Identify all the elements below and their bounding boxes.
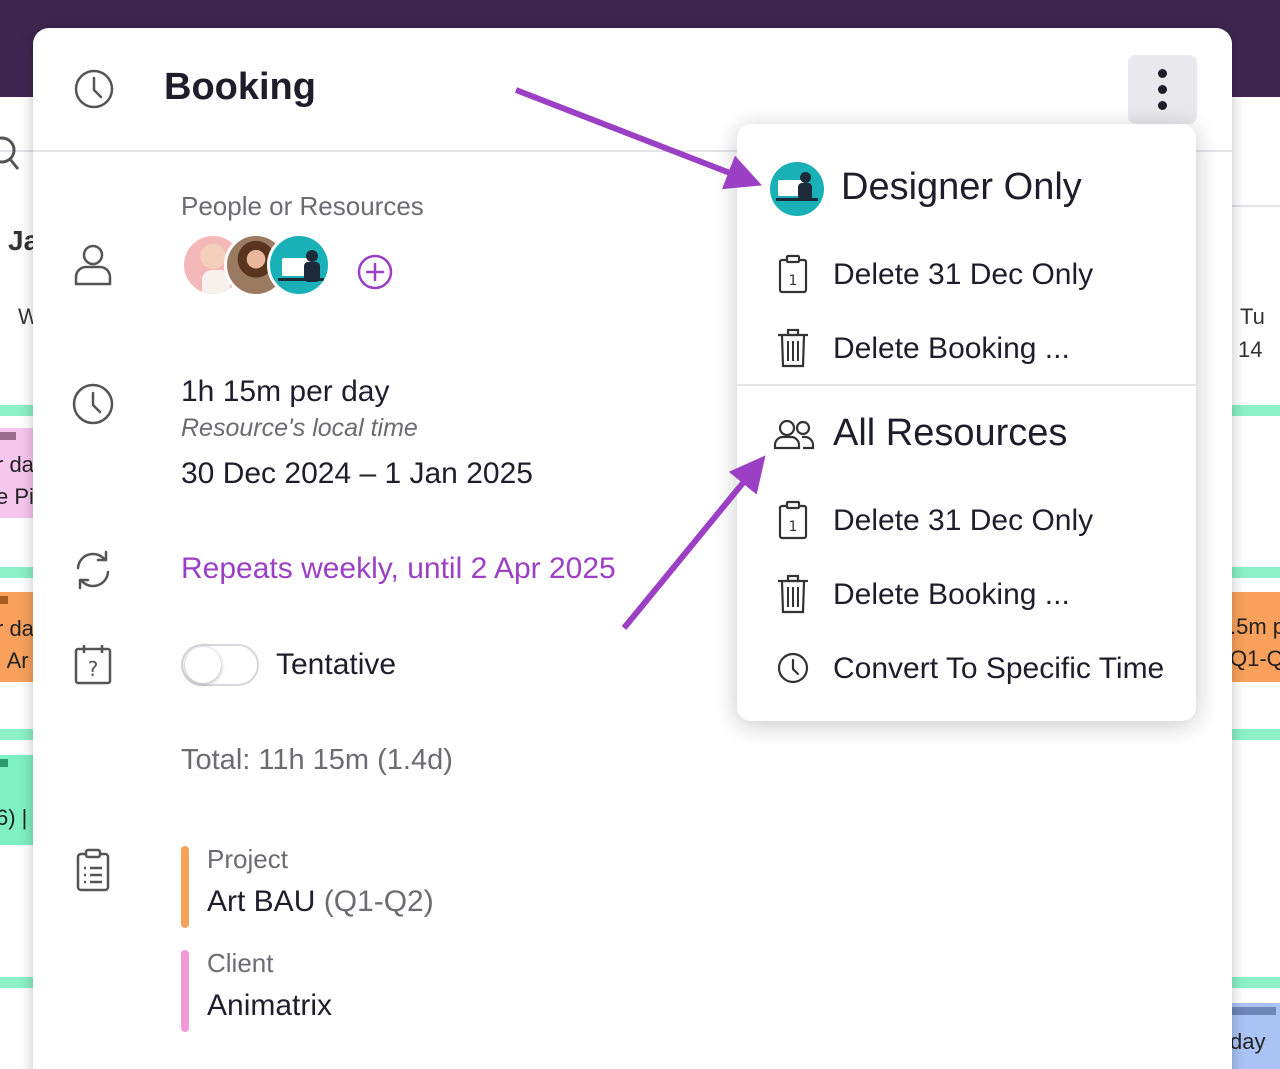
delete-booking-designer[interactable]: Delete Booking ... (765, 322, 1185, 376)
trash-icon (778, 328, 808, 368)
options-menu: Designer Only 1 Delete 31 Dec Only Delet… (737, 124, 1196, 721)
menu-heading-designer: Designer Only (841, 166, 1082, 208)
avatar-designer[interactable] (267, 233, 331, 297)
timezone-note: Resource's local time (181, 414, 418, 442)
block-text: 6) | (0, 805, 28, 830)
calendar-day-icon: 1 (778, 254, 808, 294)
trash-icon (778, 574, 808, 614)
add-resource-button[interactable] (356, 253, 394, 291)
svg-text:1: 1 (789, 519, 798, 535)
block-text: | Ar (0, 648, 29, 673)
person-icon (74, 244, 112, 286)
block-text: Q1-Q (1230, 646, 1280, 671)
kebab-icon (1158, 69, 1167, 78)
modal-title: Booking (164, 66, 316, 108)
block-text: e Pi (0, 484, 33, 509)
menu-item-label: Delete Booking ... (833, 578, 1070, 611)
delete-occurrence-designer[interactable]: 1 Delete 31 Dec Only (765, 248, 1185, 302)
clock-icon (74, 69, 114, 109)
block-text: day (1230, 1029, 1266, 1054)
client-name[interactable]: Animatrix (207, 989, 332, 1023)
delete-occurrence-all[interactable]: 1 Delete 31 Dec Only (765, 494, 1185, 548)
repeat-icon (76, 550, 110, 590)
more-options-button[interactable] (1128, 55, 1197, 124)
menu-item-label: Delete Booking ... (833, 332, 1070, 365)
clipboard-list-icon (76, 848, 110, 892)
designer-avatar (770, 162, 824, 216)
date-label-right: 14 (1238, 337, 1263, 362)
duration-text[interactable]: 1h 15m per day (181, 375, 389, 409)
svg-text:1: 1 (789, 273, 798, 289)
clock-icon (777, 652, 809, 684)
delete-booking-all[interactable]: Delete Booking ... (765, 568, 1185, 622)
date-range[interactable]: 30 Dec 2024 – 1 Jan 2025 (181, 457, 533, 491)
menu-item-label: Delete 31 Dec Only (833, 258, 1094, 291)
calendar-block[interactable]: day (1230, 1003, 1280, 1069)
project-name-text: Art BAU (207, 885, 316, 918)
calendar-block[interactable]: .5m p Q1-Q (1230, 592, 1280, 682)
project-label: Project (207, 844, 288, 874)
people-label: People or Resources (181, 191, 424, 221)
block-text: .5m p (1230, 614, 1280, 639)
people-icon (773, 419, 815, 450)
client-color-bar (181, 950, 189, 1032)
repeat-link[interactable]: Repeats weekly, until 2 Apr 2025 (181, 552, 616, 586)
calendar-question-icon: ? (74, 645, 112, 685)
block-text: r da (0, 452, 33, 477)
tentative-label: Tentative (276, 648, 397, 681)
menu-item-label: Delete 31 Dec Only (833, 504, 1094, 537)
client-label: Client (207, 948, 274, 978)
menu-divider (737, 384, 1196, 386)
block-text: r da (0, 616, 33, 641)
clock-icon (72, 383, 114, 425)
menu-item-label: Convert To Specific Time (833, 652, 1165, 685)
calendar-day-icon: 1 (778, 500, 808, 540)
total-text: Total: 11h 15m (1.4d) (181, 744, 453, 776)
project-name[interactable]: Art BAU (Q1-Q2) (207, 885, 434, 919)
project-color-bar (181, 846, 189, 928)
svg-text:?: ? (88, 657, 99, 681)
calendar-block[interactable]: r da | Ar (0, 592, 33, 682)
kebab-icon (1158, 101, 1167, 110)
day-label-right: Tu (1240, 304, 1265, 329)
menu-heading-all: All Resources (833, 412, 1068, 454)
calendar-block[interactable]: r da e Pi (0, 428, 33, 518)
project-phase: (Q1-Q2) (323, 885, 434, 918)
kebab-icon (1158, 85, 1167, 94)
calendar-block[interactable]: 6) | (0, 755, 33, 845)
tentative-toggle[interactable] (181, 644, 259, 686)
search-icon[interactable] (0, 132, 22, 174)
toggle-knob (185, 647, 221, 683)
convert-specific-time[interactable]: Convert To Specific Time (765, 642, 1185, 696)
